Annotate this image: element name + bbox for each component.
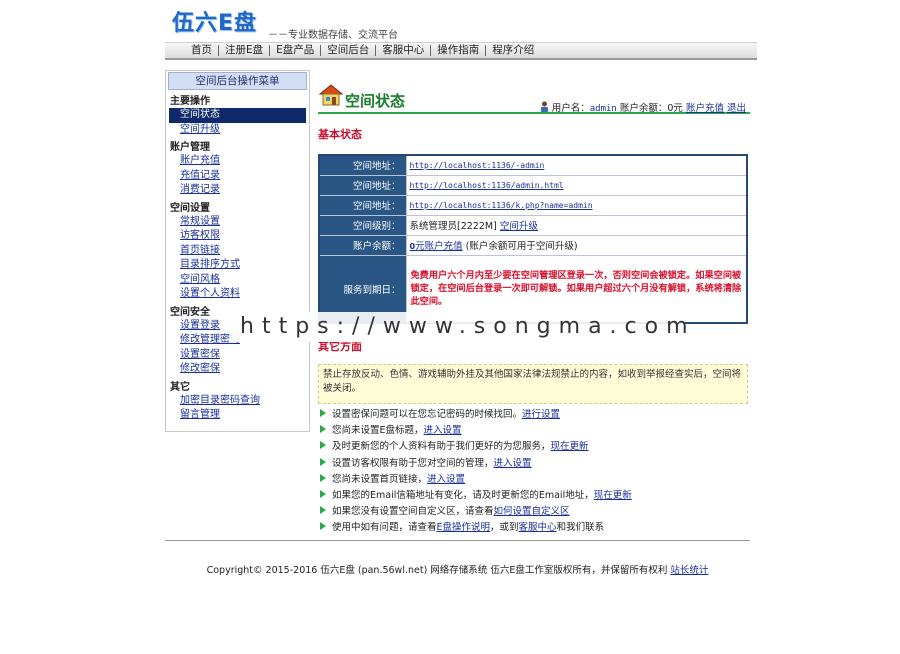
list-item: 如果您没有设置空间自定义区，请查看如何设置自定义区 (320, 504, 750, 520)
space-address-link-2[interactable]: http://localhost:1136/admin.html (410, 181, 564, 190)
main-content: 空间状态 用户名：admin 账户余额：0元 账户充值 退出 基本状态 空间地址… (318, 82, 750, 533)
sidebar-group-account: 账户管理 (170, 142, 210, 153)
sidebar-item-set-security-q[interactable]: 设置密保 (166, 348, 309, 363)
level-label: 空间级别： (318, 214, 407, 236)
nav-item-space-admin[interactable]: 空间后台 (321, 45, 377, 56)
addr3-label: 空间地址： (318, 194, 407, 216)
addr1-label: 空间地址： (318, 154, 407, 176)
sidebar-item-spend-history[interactable]: 消费记录 (166, 183, 309, 198)
list-item: 及时更新您的个人资料有助于我们更好的为您服务，现在更新 (320, 439, 750, 455)
table-row: 空间地址： http://localhost:1136/k.php?name=a… (318, 194, 748, 216)
nav-item-guide[interactable]: 操作指南 (431, 45, 487, 56)
tips-list: 设置密保问题可以在您忘记密码的时候找回。进行设置 您尚未设置E盘标题，进入设置 … (320, 407, 750, 537)
arrow-icon (320, 425, 326, 434)
space-level: 系统管理员[2222M] (409, 221, 497, 232)
balance-recharge-link[interactable]: 元账户充值 (415, 241, 463, 252)
footer: Copyright© 2015-2016 伍六E盘 (pan.56wl.net)… (165, 562, 750, 576)
tip-link[interactable]: 进入设置 (427, 474, 465, 485)
sidebar-item-home-link[interactable]: 首页链接 (166, 244, 309, 259)
addr2-label: 空间地址： (318, 174, 407, 196)
list-item: 设置密保问题可以在您忘记密码的时候找回。进行设置 (320, 407, 750, 423)
nav-item-products[interactable]: E盘产品 (270, 45, 322, 56)
top-nav: 首页 注册E盘 E盘产品 空间后台 客服中心 操作指南 程序介绍 (165, 42, 757, 60)
user-info: 用户名：admin 账户余额：0元 账户充值 退出 (540, 100, 746, 114)
sidebar-item-dir-sort[interactable]: 目录排序方式 (166, 258, 309, 273)
table-row: 空间地址： http://localhost:1136/-admin (318, 154, 748, 176)
space-address-link-1[interactable]: http://localhost:1136/-admin (410, 161, 545, 170)
copyright-text: Copyright© 2015-2016 伍六E盘 (pan.56wl.net)… (206, 565, 668, 576)
page-title: 空间状态 (345, 92, 406, 110)
sidebar-item-visitor-perm[interactable]: 访客权限 (166, 229, 309, 244)
sidebar-group-main: 主要操作 (170, 96, 210, 107)
sidebar-item-profile[interactable]: 设置个人资料 (166, 287, 309, 302)
recharge-link[interactable]: 账户充值 (686, 103, 724, 114)
site-slogan: －－专业数据存储、交流平台 (268, 30, 398, 41)
arrow-icon (320, 409, 326, 417)
nav-item-register[interactable]: 注册E盘 (219, 45, 271, 56)
sidebar-item-change-security-q[interactable]: 修改密保 (166, 362, 309, 377)
tip-link[interactable]: 现在更新 (594, 490, 632, 501)
sidebar-item-general[interactable]: 常规设置 (166, 215, 309, 230)
username: admin (589, 104, 617, 114)
footer-divider (165, 540, 750, 541)
sidebar-group-other: 其它 (170, 381, 190, 393)
sidebar-title: 空间后台操作菜单 (168, 72, 307, 90)
sidebar-item-recharge-history[interactable]: 充值记录 (166, 169, 309, 184)
house-icon (318, 84, 344, 106)
sidebar-item-recharge[interactable]: 账户充值 (166, 154, 309, 169)
balance-label: 账户余额： (318, 234, 407, 256)
arrow-icon (320, 457, 326, 466)
arrow-icon (320, 490, 326, 499)
table-row: 账户余额： 0元账户充值 (账户余额可用于空间升级) (318, 234, 748, 256)
list-item: 您尚未设置E盘标题，进入设置 (320, 423, 750, 439)
nav-item-home[interactable]: 首页 (185, 45, 219, 56)
space-upgrade-link[interactable]: 空间升级 (500, 221, 538, 232)
tip-link[interactable]: E盘操作说明 (437, 522, 491, 533)
list-item: 使用中如有问题，请查看E盘操作说明，或到客服中心和我们联系 (320, 520, 750, 536)
list-item: 设置访客权限有助于您对空间的管理，进入设置 (320, 456, 750, 472)
tip-link[interactable]: 进入设置 (424, 425, 462, 436)
tip-link[interactable]: 进行设置 (522, 409, 560, 420)
user-icon (540, 101, 548, 112)
tip-link[interactable]: 进入设置 (494, 458, 532, 469)
sidebar-item-space-status[interactable]: 空间状态 (169, 108, 306, 123)
table-row: 空间级别： 系统管理员[2222M] 空间升级 (318, 214, 748, 236)
sidebar-item-messages[interactable]: 留言管理 (166, 408, 309, 423)
watermark: https://www.songma.com (230, 312, 688, 342)
balance-note: (账户余额可用于空间升级) (465, 241, 578, 252)
arrow-icon (320, 506, 326, 515)
sidebar: 空间后台操作菜单 主要操作 空间状态 空间升级 账户管理 账户充值 充值记录 消… (165, 70, 310, 432)
arrow-icon (320, 473, 326, 482)
sidebar-group-settings: 空间设置 (170, 202, 210, 214)
section-basic-status: 基本状态 (318, 128, 362, 141)
tip-link[interactable]: 现在更新 (551, 441, 589, 452)
tip-link[interactable]: 如何设置自定义区 (494, 506, 570, 517)
nav-item-support[interactable]: 客服中心 (376, 45, 432, 56)
arrow-icon (320, 522, 326, 531)
stats-link[interactable]: 站长统计 (670, 565, 708, 576)
notice-box: 禁止存放反动、色情、游戏辅助外挂及其他国家法律法规禁止的内容，如收到举报经查实后… (318, 364, 748, 404)
logout-link[interactable]: 退出 (727, 103, 746, 114)
site-logo[interactable]: 伍六E盘 (172, 5, 258, 36)
list-item: 您尚未设置首页链接，进入设置 (320, 472, 750, 488)
arrow-icon (320, 441, 326, 450)
balance-text: 账户余额：0元 (619, 103, 683, 114)
nav-item-about[interactable]: 程序介绍 (486, 45, 540, 56)
tip-link-support[interactable]: 客服中心 (519, 522, 557, 533)
title-row: 空间状态 用户名：admin 账户余额：0元 账户充值 退出 (318, 82, 750, 114)
list-item: 如果您的Email信箱地址有变化，请及时更新您的Email地址，现在更新 (320, 488, 750, 504)
sidebar-item-dir-password[interactable]: 加密目录密码查询 (166, 394, 309, 409)
sidebar-item-style[interactable]: 空间风格 (166, 273, 309, 288)
sidebar-item-space-upgrade[interactable]: 空间升级 (166, 123, 309, 138)
status-table: 空间地址： http://localhost:1136/-admin 空间地址：… (318, 154, 748, 324)
space-address-link-3[interactable]: http://localhost:1136/k.php?name=admin (410, 201, 593, 210)
username-label: 用户名： (551, 103, 590, 114)
table-row: 空间地址： http://localhost:1136/admin.html (318, 174, 748, 196)
